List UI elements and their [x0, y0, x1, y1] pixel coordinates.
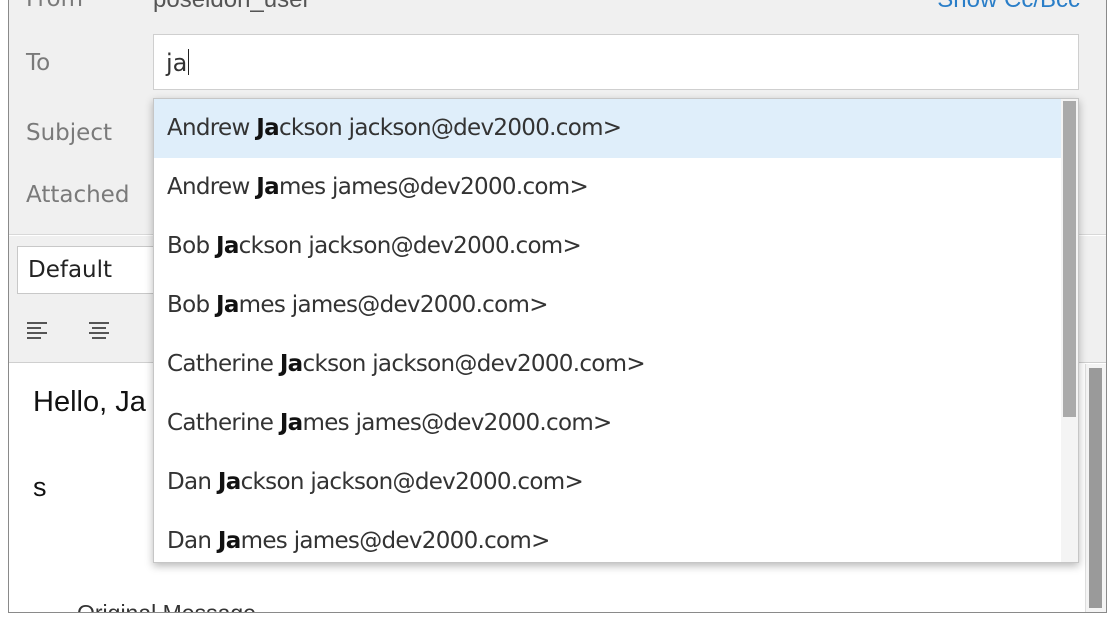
attached-label: Attached [26, 182, 130, 208]
contact-last-name-rest: mes [302, 410, 350, 436]
contact-first-name: Catherine [167, 410, 274, 436]
to-label: To [26, 50, 51, 76]
match-highlight: Ja [217, 528, 241, 554]
contact-email: jackson@dev2000.com> [372, 351, 645, 377]
text-caret [188, 49, 190, 75]
contact-last-name-rest: mes [278, 174, 326, 200]
match-highlight: Ja [256, 174, 279, 200]
align-center-icon[interactable] [89, 322, 109, 340]
match-highlight: Ja [215, 233, 239, 259]
body-scrollbar[interactable] [1085, 364, 1106, 612]
contact-first-name: Andrew [167, 115, 250, 141]
contact-first-name: Dan [167, 528, 212, 554]
autocomplete-item[interactable]: Andrew James james@dev2000.com> [154, 158, 1062, 217]
match-highlight: Ja [217, 469, 241, 495]
align-left-icon[interactable] [27, 322, 47, 340]
contact-last-name-rest: mes [240, 528, 288, 554]
autocomplete-item[interactable]: Dan Jackson jackson@dev2000.com> [154, 453, 1062, 512]
contact-email: james@dev2000.com> [291, 292, 549, 318]
from-value: poseidon_user [153, 0, 310, 14]
contact-email: james@dev2000.com> [355, 410, 613, 436]
contact-first-name: Bob [167, 233, 210, 259]
contact-last-name-rest: ckson [278, 115, 343, 141]
autocomplete-dropdown: Andrew Jackson jackson@dev2000.com> Andr… [153, 98, 1079, 563]
dropdown-scrollbar[interactable] [1061, 99, 1078, 562]
autocomplete-item[interactable]: Dan James james@dev2000.com> [154, 512, 1062, 562]
contact-email: jackson@dev2000.com> [308, 233, 582, 259]
autocomplete-item[interactable]: Andrew Jackson jackson@dev2000.com> [154, 99, 1062, 158]
to-input[interactable]: ja [153, 34, 1079, 90]
contact-first-name: Bob [167, 292, 210, 318]
original-message-text: Original Message [77, 600, 256, 613]
match-highlight: Ja [256, 115, 279, 141]
show-cc-bcc-link[interactable]: Show Cc/Bcc [937, 0, 1080, 14]
match-highlight: Ja [279, 351, 303, 377]
contact-last-name-rest: mes [238, 292, 286, 318]
contact-email: jackson@dev2000.com> [310, 469, 584, 495]
from-label: From [26, 0, 83, 12]
autocomplete-item[interactable]: Bob James james@dev2000.com> [154, 276, 1062, 335]
signature-text: s [33, 472, 47, 502]
dropdown-scrollbar-thumb[interactable] [1063, 101, 1076, 417]
contact-email: james@dev2000.com> [332, 174, 589, 200]
format-select[interactable]: Default [17, 246, 167, 294]
subject-label: Subject [26, 120, 112, 146]
match-highlight: Ja [215, 292, 239, 318]
autocomplete-item[interactable]: Bob Jackson jackson@dev2000.com> [154, 217, 1062, 276]
match-highlight: Ja [279, 410, 303, 436]
compose-window: From poseidon_user Show Cc/Bcc To ja Sub… [8, 0, 1107, 613]
contact-last-name-rest: ckson [238, 233, 303, 259]
greeting-text: Hello, Ja [33, 386, 146, 418]
contact-last-name-rest: ckson [302, 351, 367, 377]
contact-first-name: Catherine [167, 351, 274, 377]
autocomplete-item[interactable]: Catherine James james@dev2000.com> [154, 394, 1062, 453]
contact-email: jackson@dev2000.com> [348, 115, 622, 141]
contact-email: james@dev2000.com> [293, 528, 551, 554]
to-input-value: ja [166, 49, 188, 77]
body-scrollbar-thumb[interactable] [1089, 368, 1102, 608]
contact-first-name: Dan [167, 469, 212, 495]
contact-first-name: Andrew [167, 174, 250, 200]
contact-last-name-rest: ckson [240, 469, 305, 495]
autocomplete-item[interactable]: Catherine Jackson jackson@dev2000.com> [154, 335, 1062, 394]
